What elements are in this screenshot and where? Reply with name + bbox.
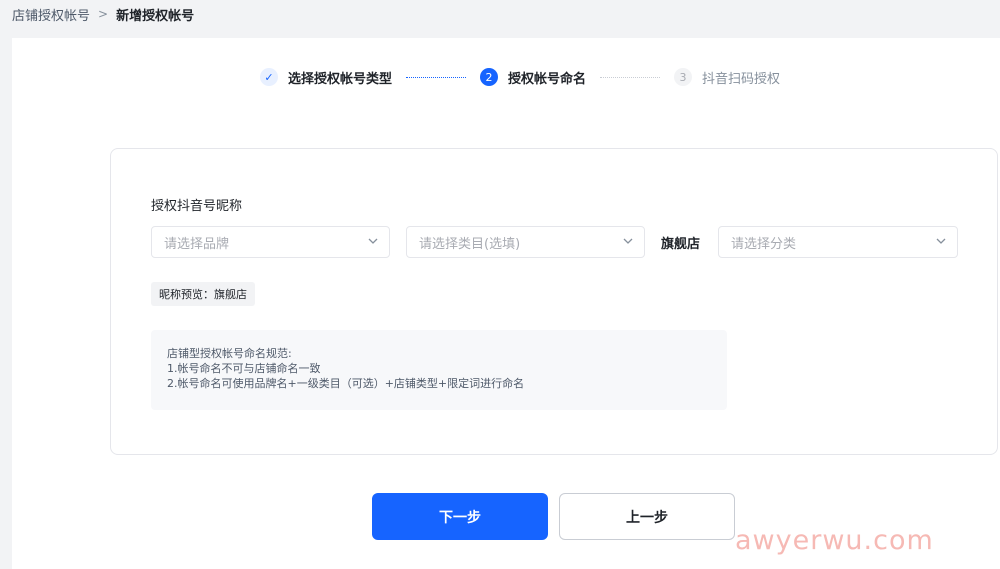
breadcrumb-current: 新增授权帐号: [116, 8, 195, 24]
previous-step-button[interactable]: 上一步: [559, 493, 735, 540]
main-panel: ✓ 选择授权帐号类型 2 授权帐号命名 3 抖音扫码授权 授权抖音号昵称 请选择…: [12, 38, 1000, 569]
naming-form-card: 授权抖音号昵称 请选择品牌 请选择类目(选填) 旗舰店 请选择分类 昵称预览： …: [110, 148, 998, 455]
rules-title: 店铺型授权帐号命名规范:: [167, 347, 292, 360]
step-2: 2 授权帐号命名: [480, 68, 586, 87]
naming-rules-box: 店铺型授权帐号命名规范: 1.帐号命名不可与店铺命名一致 2.帐号命名可使用品牌…: [151, 330, 727, 410]
chevron-down-icon: [367, 235, 379, 250]
watermark: awyerwu.com: [735, 525, 934, 556]
step-indicator: ✓ 选择授权帐号类型 2 授权帐号命名 3 抖音扫码授权: [260, 66, 780, 88]
breadcrumb-separator: >: [98, 7, 109, 21]
step-3: 3 抖音扫码授权: [674, 68, 780, 87]
rules-item: 2.帐号命名可使用品牌名+一级类目（可选）+店铺类型+限定词进行命名: [167, 377, 525, 390]
step-2-label: 授权帐号命名: [508, 71, 587, 87]
preview-label: 昵称预览：: [159, 288, 214, 301]
step-3-label: 抖音扫码授权: [702, 71, 781, 87]
step-connector-1: [406, 76, 467, 78]
preview-value: 旗舰店: [214, 288, 247, 301]
brand-select-placeholder: 请选择品牌: [164, 236, 230, 252]
type-select[interactable]: 请选择分类: [718, 226, 958, 258]
next-step-button[interactable]: 下一步: [372, 493, 548, 540]
category-select[interactable]: 请选择类目(选填): [406, 226, 645, 258]
chevron-down-icon: [622, 235, 634, 250]
step-1: ✓ 选择授权帐号类型: [260, 68, 392, 87]
check-icon: ✓: [260, 68, 278, 86]
step-connector-2: [600, 76, 661, 78]
brand-select[interactable]: 请选择品牌: [151, 226, 390, 258]
step-2-number: 2: [480, 68, 499, 86]
category-select-placeholder: 请选择类目(选填): [419, 236, 521, 252]
nickname-field-label: 授权抖音号昵称: [151, 199, 243, 214]
step-1-label: 选择授权帐号类型: [288, 71, 393, 87]
step-3-number: 3: [674, 68, 693, 86]
nickname-preview: 昵称预览： 旗舰店: [151, 282, 255, 306]
breadcrumb: 店铺授权帐号 > 新增授权帐号: [12, 4, 194, 24]
breadcrumb-parent-link[interactable]: 店铺授权帐号: [12, 5, 90, 24]
store-type-suffix: 旗舰店: [661, 236, 701, 252]
rules-item: 1.帐号命名不可与店铺命名一致: [167, 362, 321, 375]
chevron-down-icon: [935, 235, 947, 250]
type-select-placeholder: 请选择分类: [731, 236, 797, 252]
